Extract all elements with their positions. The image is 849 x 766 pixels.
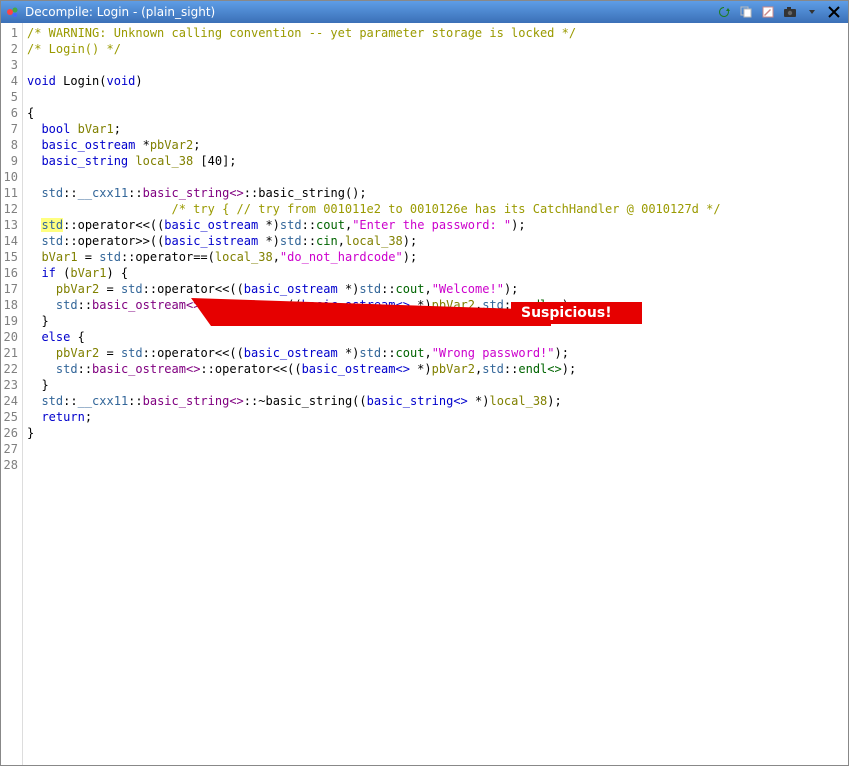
line-number: 19 bbox=[1, 313, 18, 329]
line-number: 13 bbox=[1, 217, 18, 233]
code-line[interactable]: pbVar2 = std::operator<<((basic_ostream … bbox=[27, 281, 848, 297]
code-line[interactable]: pbVar2 = std::operator<<((basic_ostream … bbox=[27, 345, 848, 361]
code-line[interactable]: /* WARNING: Unknown calling convention -… bbox=[27, 25, 848, 41]
code-line[interactable]: else { bbox=[27, 329, 848, 345]
decompile-window: Decompile: Login - (plain_sight) 1234567… bbox=[0, 0, 849, 766]
line-number: 5 bbox=[1, 89, 18, 105]
line-number: 18 bbox=[1, 297, 18, 313]
dropdown-icon[interactable] bbox=[802, 3, 822, 21]
line-number: 24 bbox=[1, 393, 18, 409]
code-line[interactable]: bool bVar1; bbox=[27, 121, 848, 137]
line-number: 4 bbox=[1, 73, 18, 89]
line-number: 25 bbox=[1, 409, 18, 425]
code-line[interactable]: basic_ostream *pbVar2; bbox=[27, 137, 848, 153]
copy-icon[interactable] bbox=[736, 3, 756, 21]
code-line[interactable]: void Login(void) bbox=[27, 73, 848, 89]
line-number: 2 bbox=[1, 41, 18, 57]
line-number: 11 bbox=[1, 185, 18, 201]
line-number: 14 bbox=[1, 233, 18, 249]
line-number: 23 bbox=[1, 377, 18, 393]
code-line[interactable]: std::operator>>((basic_istream *)std::ci… bbox=[27, 233, 848, 249]
line-number: 9 bbox=[1, 153, 18, 169]
code-line[interactable]: { bbox=[27, 105, 848, 121]
code-line[interactable]: /* try { // try from 001011e2 to 0010126… bbox=[27, 201, 848, 217]
code-line[interactable]: std::__cxx11::basic_string<>::~basic_str… bbox=[27, 393, 848, 409]
line-number: 15 bbox=[1, 249, 18, 265]
code-line[interactable] bbox=[27, 57, 848, 73]
line-number: 16 bbox=[1, 265, 18, 281]
code-line[interactable]: std::__cxx11::basic_string<>::basic_stri… bbox=[27, 185, 848, 201]
code-line[interactable]: if (bVar1) { bbox=[27, 265, 848, 281]
code-line[interactable] bbox=[27, 169, 848, 185]
line-number: 21 bbox=[1, 345, 18, 361]
code-line[interactable]: /* Login() */ bbox=[27, 41, 848, 57]
snapshot-icon[interactable] bbox=[780, 3, 800, 21]
line-number: 26 bbox=[1, 425, 18, 441]
code-line[interactable] bbox=[27, 441, 848, 457]
line-gutter: 1234567891011121314151617181920212223242… bbox=[1, 23, 23, 765]
line-number: 3 bbox=[1, 57, 18, 73]
code-line[interactable]: } bbox=[27, 425, 848, 441]
line-number: 27 bbox=[1, 441, 18, 457]
line-number: 20 bbox=[1, 329, 18, 345]
code-line[interactable]: bVar1 = std::operator==(local_38,"do_not… bbox=[27, 249, 848, 265]
code-line[interactable]: std::basic_ostream<>::operator<<((basic_… bbox=[27, 297, 848, 313]
line-number: 8 bbox=[1, 137, 18, 153]
close-icon[interactable] bbox=[824, 3, 844, 21]
line-number: 1 bbox=[1, 25, 18, 41]
line-number: 17 bbox=[1, 281, 18, 297]
code-line[interactable]: std::basic_ostream<>::operator<<((basic_… bbox=[27, 361, 848, 377]
line-number: 12 bbox=[1, 201, 18, 217]
code-area[interactable]: /* WARNING: Unknown calling convention -… bbox=[23, 23, 848, 765]
decompile-content[interactable]: 1234567891011121314151617181920212223242… bbox=[1, 23, 848, 765]
line-number: 7 bbox=[1, 121, 18, 137]
line-number: 28 bbox=[1, 457, 18, 473]
code-line[interactable] bbox=[27, 89, 848, 105]
code-line[interactable]: std::operator<<((basic_ostream *)std::co… bbox=[27, 217, 848, 233]
code-line[interactable]: return; bbox=[27, 409, 848, 425]
code-line[interactable]: basic_string local_38 [40]; bbox=[27, 153, 848, 169]
window-title: Decompile: Login - (plain_sight) bbox=[25, 5, 215, 19]
app-icon bbox=[5, 4, 21, 20]
line-number: 10 bbox=[1, 169, 18, 185]
code-line[interactable]: } bbox=[27, 377, 848, 393]
titlebar: Decompile: Login - (plain_sight) bbox=[1, 1, 848, 23]
code-line[interactable]: } bbox=[27, 313, 848, 329]
line-number: 6 bbox=[1, 105, 18, 121]
code-line[interactable] bbox=[27, 457, 848, 473]
refresh-icon[interactable] bbox=[714, 3, 734, 21]
edit-icon[interactable] bbox=[758, 3, 778, 21]
line-number: 22 bbox=[1, 361, 18, 377]
